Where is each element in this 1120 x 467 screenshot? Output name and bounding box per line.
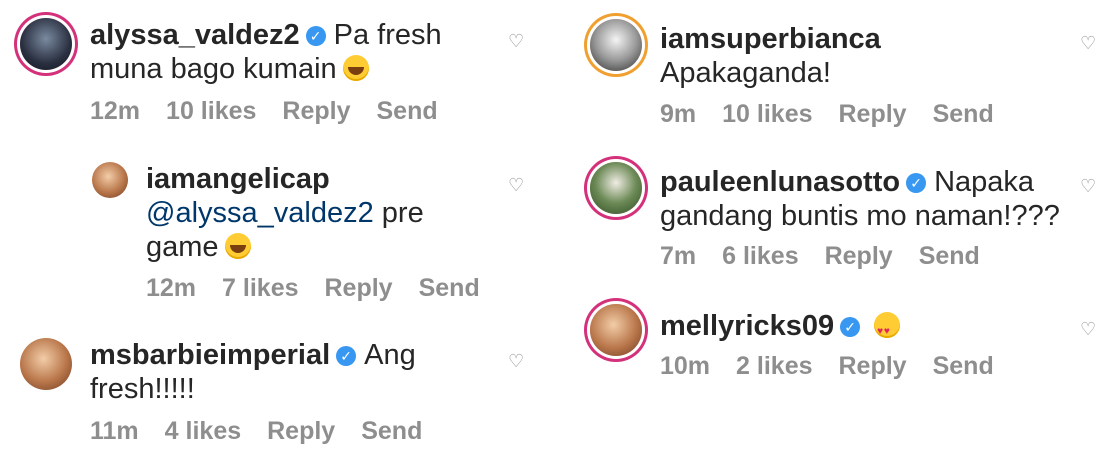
comment-meta: 12m 10 likes Reply Send [90, 97, 464, 126]
reply-button[interactable]: Reply [282, 97, 350, 125]
username[interactable]: mellyricks09 [660, 310, 834, 342]
avatar[interactable] [590, 304, 642, 356]
heart-outline-icon[interactable]: ♡ [508, 176, 524, 194]
heart-outline-icon[interactable]: ♡ [1080, 177, 1096, 195]
comment-body: iamsuperbianca Apakaganda! [660, 22, 1080, 90]
comment-body: msbarbieimperial ✓ Ang fresh!!!!! [90, 338, 510, 406]
timestamp: 10m [660, 352, 711, 380]
timestamp: 11m [90, 417, 139, 445]
username[interactable]: iamangelicap [146, 163, 330, 195]
reply-button[interactable]: Reply [325, 274, 393, 302]
send-button[interactable]: Send [377, 97, 438, 125]
verified-badge-icon: ✓ [336, 346, 357, 366]
comment-text: Ang [364, 339, 416, 371]
comment-text: Napaka [934, 166, 1035, 198]
send-button[interactable]: Send [933, 352, 994, 380]
comment-body: pauleenlunasotto ✓ Napaka gandang buntis m… [660, 165, 1100, 233]
username[interactable]: msbarbieimperial [90, 339, 330, 371]
timestamp: 9m [660, 100, 697, 128]
comment-text: Pa fresh [333, 19, 442, 51]
likes-count[interactable]: 6 likes [722, 242, 798, 270]
comment-text-line2: muna bago kumain [90, 53, 337, 85]
verified-badge-icon: ✓ [906, 173, 927, 193]
verified-badge-icon: ✓ [305, 26, 326, 46]
avatar[interactable] [590, 162, 642, 214]
comment-meta: 9m 10 likes Reply Send [660, 100, 1020, 129]
verified-badge-icon: ✓ [840, 317, 861, 337]
heart-outline-icon[interactable]: ♡ [1080, 320, 1096, 338]
comment-meta: 12m 7 likes Reply Send [146, 274, 506, 303]
timestamp: 7m [660, 242, 697, 270]
likes-count[interactable]: 2 likes [736, 352, 812, 380]
likes-count[interactable]: 7 likes [222, 274, 298, 302]
grin-emoji-icon [342, 55, 369, 81]
timestamp: 12m [146, 274, 197, 302]
send-button[interactable]: Send [919, 242, 980, 270]
reply-button[interactable]: Reply [839, 100, 907, 128]
heart-eyes-emoji-icon [874, 312, 901, 349]
username[interactable]: pauleenlunasotto [660, 166, 900, 198]
comment-text-line3: game [146, 231, 219, 263]
comment-text: pre [381, 197, 424, 229]
comment-meta: 10m 2 likes Reply Send [660, 352, 1020, 381]
comment-body: alyssa_valdez2 ✓ Pa fresh muna bago kumain [90, 18, 510, 86]
send-button[interactable]: Send [419, 274, 480, 302]
avatar[interactable] [20, 18, 72, 70]
send-button[interactable]: Send [933, 100, 994, 128]
reply-button[interactable]: Reply [825, 242, 893, 270]
comment-meta: 7m 6 likes Reply Send [660, 242, 1006, 271]
timestamp: 12m [90, 97, 141, 125]
heart-outline-icon[interactable]: ♡ [508, 32, 524, 50]
reply-button[interactable]: Reply [267, 417, 335, 445]
avatar[interactable] [590, 19, 642, 71]
heart-outline-icon[interactable]: ♡ [508, 352, 524, 370]
username[interactable]: iamsuperbianca [660, 23, 881, 55]
comment-text-line2: gandang buntis mo naman!??? [660, 200, 1060, 232]
heart-outline-icon[interactable]: ♡ [1080, 34, 1096, 52]
likes-count[interactable]: 4 likes [165, 417, 241, 445]
avatar[interactable] [92, 162, 128, 198]
comment-body: iamangelicap @alyssa_valdez2 pre game [146, 162, 506, 264]
comment-text-line2: fresh!!!!! [90, 373, 195, 405]
comment-body: mellyricks09 ✓ [660, 309, 1080, 349]
comment-meta: 11m 4 likes Reply Send [90, 417, 448, 446]
comment-text: Apakaganda! [660, 57, 831, 89]
likes-count[interactable]: 10 likes [722, 100, 812, 128]
mention-link[interactable]: @alyssa_valdez2 [146, 197, 374, 229]
send-button[interactable]: Send [361, 417, 422, 445]
avatar[interactable] [20, 338, 72, 390]
username[interactable]: alyssa_valdez2 [90, 19, 300, 51]
grin-emoji-icon [224, 233, 251, 259]
reply-button[interactable]: Reply [839, 352, 907, 380]
likes-count[interactable]: 10 likes [166, 97, 256, 125]
